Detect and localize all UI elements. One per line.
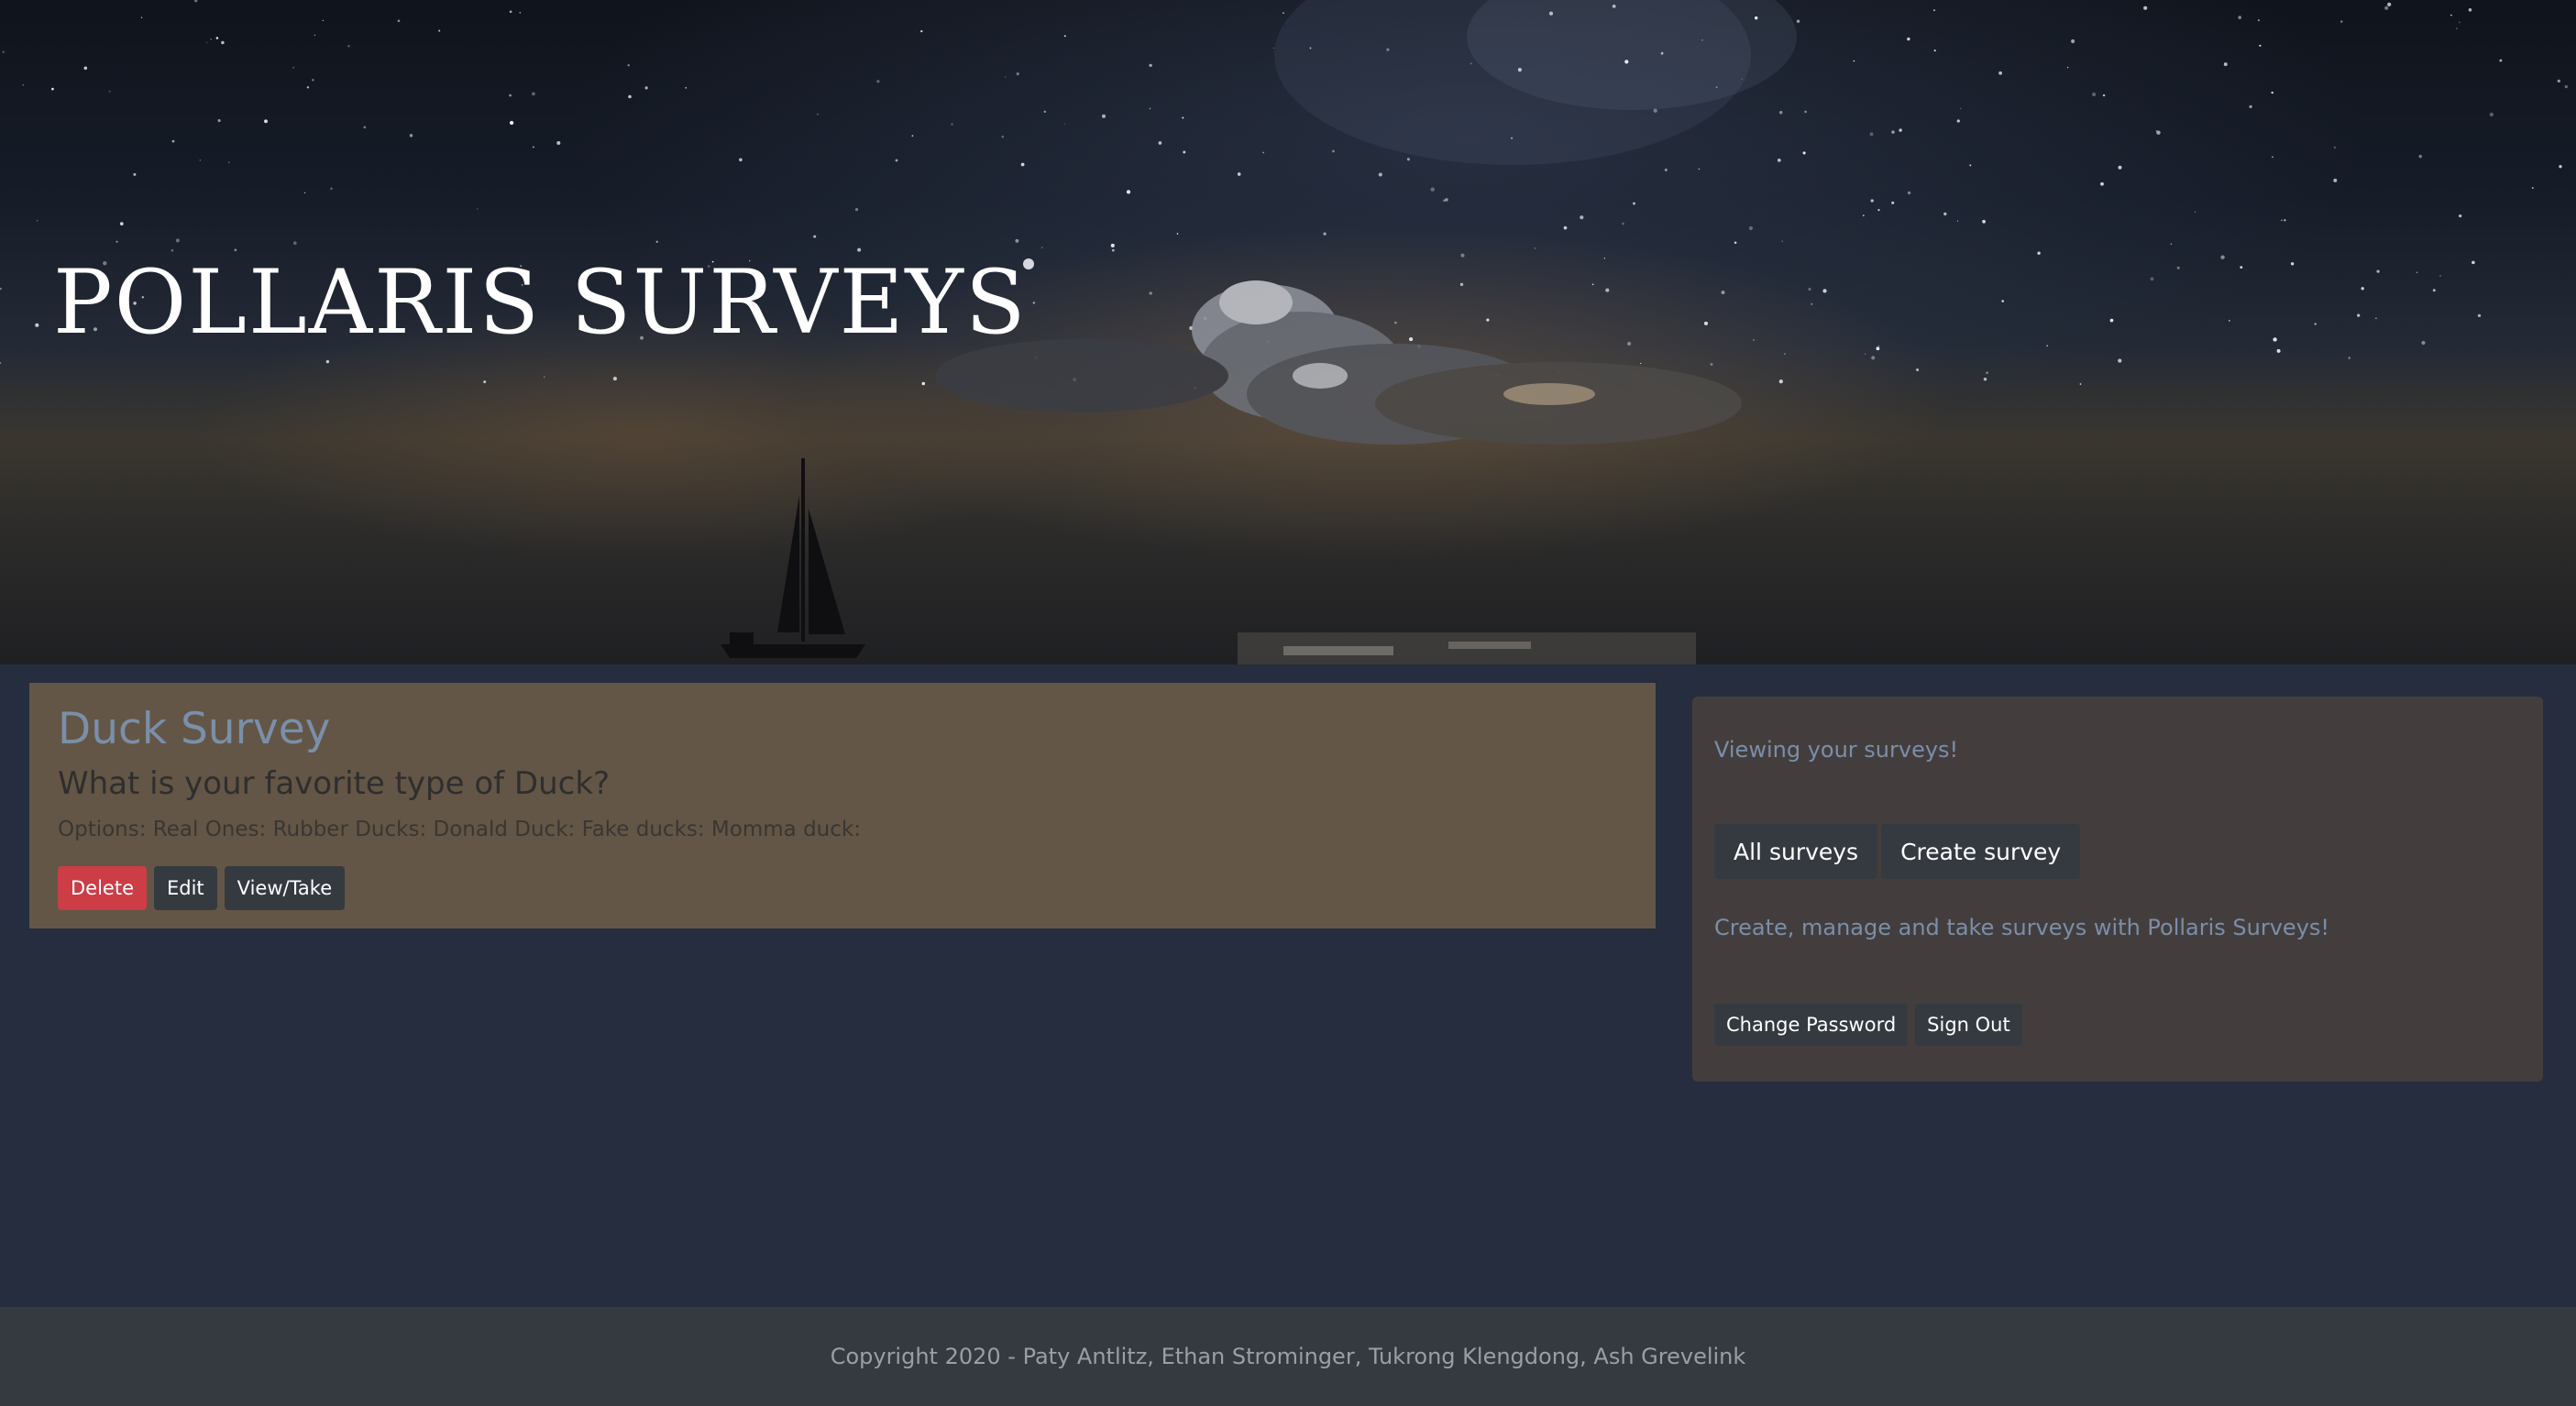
survey-question: What is your favorite type of Duck? [58,765,611,803]
copyright-text: Copyright 2020 - Paty Antlitz, Ethan Str… [830,1344,1746,1369]
survey-nav: All surveys Create survey [1714,824,2081,879]
survey-card: Duck Survey What is your favorite type o… [29,683,1656,928]
change-password-button[interactable]: Change Password [1714,1004,1909,1046]
viewing-status-text: Viewing your surveys! [1714,737,1959,763]
create-survey-button[interactable]: Create survey [1881,824,2081,879]
account-actions: Change Password Sign Out [1714,1004,2022,1046]
tagline-text: Create, manage and take surveys with Pol… [1714,915,2330,940]
edit-button[interactable]: Edit [154,866,217,911]
site-title: POLLARIS SURVEYS [53,251,1028,354]
footer: Copyright 2020 - Paty Antlitz, Ethan Str… [0,1307,2576,1406]
survey-title: Duck Survey [58,704,331,754]
survey-options: Options: Real Ones: Rubber Ducks: Donald… [58,817,861,841]
view-take-button[interactable]: View/Take [224,866,346,911]
survey-actions: Delete Edit View/Take [58,866,1627,911]
side-panel: Viewing your surveys! All surveys Create… [1692,697,2543,1082]
sailboat-silhouette [721,458,865,658]
sign-out-button[interactable]: Sign Out [1915,1004,2022,1046]
all-surveys-button[interactable]: All surveys [1714,824,1878,879]
hero-banner: POLLARIS SURVEYS [0,0,2576,665]
delete-button[interactable]: Delete [58,866,147,911]
